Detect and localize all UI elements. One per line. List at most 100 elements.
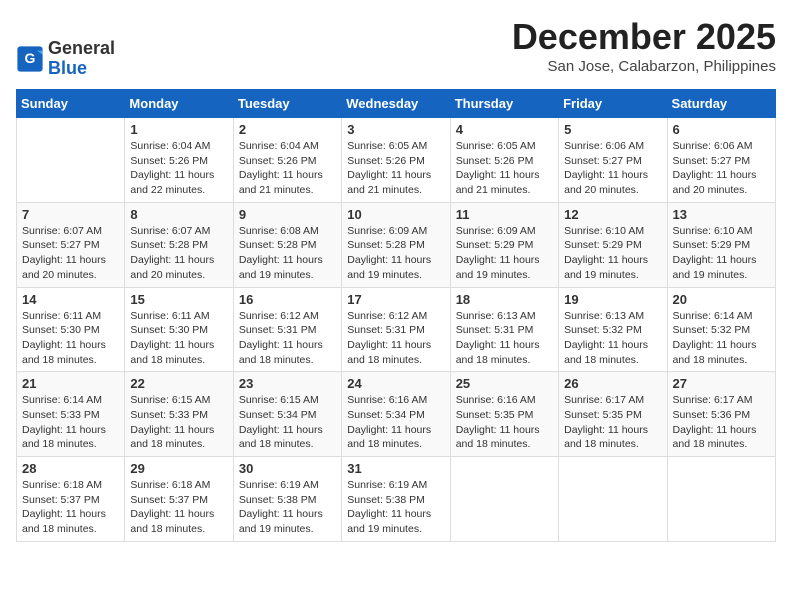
calendar-cell: 4Sunrise: 6:05 AM Sunset: 5:26 PM Daylig… xyxy=(450,118,558,203)
calendar-cell: 21 Sunrise: 6:14 AM Sunset: 5:33 PM Dayli… xyxy=(17,372,125,457)
day-number: 3 xyxy=(347,122,444,137)
day-info: Sunrise: 6:06 AM Sunset: 5:27 PM Dayligh… xyxy=(564,139,661,198)
title-section: December 2025 San Jose, Calabarzon, Phil… xyxy=(512,16,776,75)
calendar-cell: 22Sunrise: 6:15 AM Sunset: 5:33 PM Dayli… xyxy=(125,372,233,457)
calendar-week-1: 1 Sunrise: 6:04 AM Sunset: 5:26 PM Daylig… xyxy=(17,118,776,203)
day-info: Sunrise: 6:11 AM Sunset: 5:30 PM Dayligh… xyxy=(130,309,227,368)
col-header-saturday: Saturday xyxy=(667,90,775,118)
day-number: 13 xyxy=(673,207,770,222)
day-info: Sunrise: 6:09 AM Sunset: 5:28 PM Dayligh… xyxy=(347,224,444,283)
day-info: Sunrise: 6:06 AM Sunset: 5:27 PM Dayligh… xyxy=(673,139,770,198)
day-number: 23 xyxy=(239,376,336,391)
calendar-cell: 23 Sunrise: 6:15 AM Sunset: 5:34 PM Dayli… xyxy=(233,372,341,457)
calendar-cell: 15 Sunrise: 6:11 AM Sunset: 5:30 PM Dayli… xyxy=(125,287,233,372)
calendar-cell xyxy=(450,457,558,542)
day-info: Sunrise: 6:09 AM Sunset: 5:29 PM Dayligh… xyxy=(456,224,553,283)
day-info: Sunrise: 6:07 AM Sunset: 5:27 PM Dayligh… xyxy=(22,224,119,283)
calendar-cell: 29 Sunrise: 6:18 AM Sunset: 5:37 PM Dayli… xyxy=(125,457,233,542)
day-info: Sunrise: 6:10 AM Sunset: 5:29 PM Dayligh… xyxy=(673,224,770,283)
calendar-cell: 28Sunrise: 6:18 AM Sunset: 5:37 PM Dayli… xyxy=(17,457,125,542)
day-number: 8 xyxy=(130,207,227,222)
day-number: 18 xyxy=(456,292,553,307)
day-info: Sunrise: 6:08 AM Sunset: 5:28 PM Dayligh… xyxy=(239,224,336,283)
col-header-tuesday: Tuesday xyxy=(233,90,341,118)
calendar-cell: 17Sunrise: 6:12 AM Sunset: 5:31 PM Dayli… xyxy=(342,287,450,372)
calendar-cell: 14 Sunrise: 6:11 AM Sunset: 5:30 PM Dayli… xyxy=(17,287,125,372)
calendar-cell: 9 Sunrise: 6:08 AM Sunset: 5:28 PM Daylig… xyxy=(233,202,341,287)
calendar-week-4: 21 Sunrise: 6:14 AM Sunset: 5:33 PM Dayli… xyxy=(17,372,776,457)
day-info: Sunrise: 6:13 AM Sunset: 5:32 PM Dayligh… xyxy=(564,309,661,368)
location: San Jose, Calabarzon, Philippines xyxy=(512,58,776,75)
day-number: 5 xyxy=(564,122,661,137)
logo: G General Blue xyxy=(16,39,115,79)
calendar-week-5: 28Sunrise: 6:18 AM Sunset: 5:37 PM Dayli… xyxy=(17,457,776,542)
calendar-cell: 16 Sunrise: 6:12 AM Sunset: 5:31 PM Dayli… xyxy=(233,287,341,372)
calendar-cell: 19 Sunrise: 6:13 AM Sunset: 5:32 PM Dayli… xyxy=(559,287,667,372)
day-info: Sunrise: 6:19 AM Sunset: 5:38 PM Dayligh… xyxy=(239,478,336,537)
calendar-cell: 2Sunrise: 6:04 AM Sunset: 5:26 PM Daylig… xyxy=(233,118,341,203)
col-header-monday: Monday xyxy=(125,90,233,118)
day-info: Sunrise: 6:14 AM Sunset: 5:33 PM Dayligh… xyxy=(22,393,119,452)
calendar-header-row: SundayMondayTuesdayWednesdayThursdayFrid… xyxy=(17,90,776,118)
day-number: 10 xyxy=(347,207,444,222)
day-number: 14 xyxy=(22,292,119,307)
day-info: Sunrise: 6:15 AM Sunset: 5:34 PM Dayligh… xyxy=(239,393,336,452)
calendar-cell: 27Sunrise: 6:17 AM Sunset: 5:36 PM Dayli… xyxy=(667,372,775,457)
day-info: Sunrise: 6:04 AM Sunset: 5:26 PM Dayligh… xyxy=(130,139,227,198)
calendar-week-2: 7 Sunrise: 6:07 AM Sunset: 5:27 PM Daylig… xyxy=(17,202,776,287)
calendar-cell xyxy=(667,457,775,542)
calendar-cell: 20Sunrise: 6:14 AM Sunset: 5:32 PM Dayli… xyxy=(667,287,775,372)
day-info: Sunrise: 6:11 AM Sunset: 5:30 PM Dayligh… xyxy=(22,309,119,368)
day-info: Sunrise: 6:16 AM Sunset: 5:35 PM Dayligh… xyxy=(456,393,553,452)
day-number: 19 xyxy=(564,292,661,307)
day-info: Sunrise: 6:18 AM Sunset: 5:37 PM Dayligh… xyxy=(130,478,227,537)
day-number: 9 xyxy=(239,207,336,222)
calendar-week-3: 14 Sunrise: 6:11 AM Sunset: 5:30 PM Dayli… xyxy=(17,287,776,372)
calendar-cell: 10 Sunrise: 6:09 AM Sunset: 5:28 PM Dayli… xyxy=(342,202,450,287)
day-number: 21 xyxy=(22,376,119,391)
day-number: 4 xyxy=(456,122,553,137)
calendar-cell xyxy=(17,118,125,203)
logo-general: General xyxy=(48,38,115,58)
day-number: 11 xyxy=(456,207,553,222)
calendar-table: SundayMondayTuesdayWednesdayThursdayFrid… xyxy=(16,89,776,542)
day-info: Sunrise: 6:14 AM Sunset: 5:32 PM Dayligh… xyxy=(673,309,770,368)
day-info: Sunrise: 6:05 AM Sunset: 5:26 PM Dayligh… xyxy=(347,139,444,198)
day-number: 31 xyxy=(347,461,444,476)
calendar-cell: 8 Sunrise: 6:07 AM Sunset: 5:28 PM Daylig… xyxy=(125,202,233,287)
logo-text: General Blue xyxy=(48,39,115,79)
logo-blue: Blue xyxy=(48,58,87,78)
calendar-cell: 26Sunrise: 6:17 AM Sunset: 5:35 PM Dayli… xyxy=(559,372,667,457)
calendar-cell xyxy=(559,457,667,542)
day-number: 2 xyxy=(239,122,336,137)
day-number: 30 xyxy=(239,461,336,476)
day-number: 22 xyxy=(130,376,227,391)
calendar-cell: 18Sunrise: 6:13 AM Sunset: 5:31 PM Dayli… xyxy=(450,287,558,372)
day-number: 15 xyxy=(130,292,227,307)
calendar-cell: 3 Sunrise: 6:05 AM Sunset: 5:26 PM Daylig… xyxy=(342,118,450,203)
day-info: Sunrise: 6:19 AM Sunset: 5:38 PM Dayligh… xyxy=(347,478,444,537)
day-number: 12 xyxy=(564,207,661,222)
day-number: 25 xyxy=(456,376,553,391)
day-info: Sunrise: 6:07 AM Sunset: 5:28 PM Dayligh… xyxy=(130,224,227,283)
col-header-sunday: Sunday xyxy=(17,90,125,118)
day-number: 6 xyxy=(673,122,770,137)
day-info: Sunrise: 6:17 AM Sunset: 5:36 PM Dayligh… xyxy=(673,393,770,452)
day-info: Sunrise: 6:12 AM Sunset: 5:31 PM Dayligh… xyxy=(347,309,444,368)
day-number: 1 xyxy=(130,122,227,137)
calendar-cell: 25 Sunrise: 6:16 AM Sunset: 5:35 PM Dayli… xyxy=(450,372,558,457)
calendar-cell: 31 Sunrise: 6:19 AM Sunset: 5:38 PM Dayli… xyxy=(342,457,450,542)
day-number: 16 xyxy=(239,292,336,307)
calendar-cell: 11 Sunrise: 6:09 AM Sunset: 5:29 PM Dayli… xyxy=(450,202,558,287)
day-info: Sunrise: 6:12 AM Sunset: 5:31 PM Dayligh… xyxy=(239,309,336,368)
calendar-cell: 12 Sunrise: 6:10 AM Sunset: 5:29 PM Dayli… xyxy=(559,202,667,287)
day-info: Sunrise: 6:16 AM Sunset: 5:34 PM Dayligh… xyxy=(347,393,444,452)
calendar-cell: 30 Sunrise: 6:19 AM Sunset: 5:38 PM Dayli… xyxy=(233,457,341,542)
top-bar: G General Blue December 2025 San Jose, C… xyxy=(16,16,776,83)
logo-icon: G xyxy=(16,45,44,73)
calendar-cell: 1 Sunrise: 6:04 AM Sunset: 5:26 PM Daylig… xyxy=(125,118,233,203)
day-number: 29 xyxy=(130,461,227,476)
day-info: Sunrise: 6:10 AM Sunset: 5:29 PM Dayligh… xyxy=(564,224,661,283)
day-number: 26 xyxy=(564,376,661,391)
day-number: 7 xyxy=(22,207,119,222)
